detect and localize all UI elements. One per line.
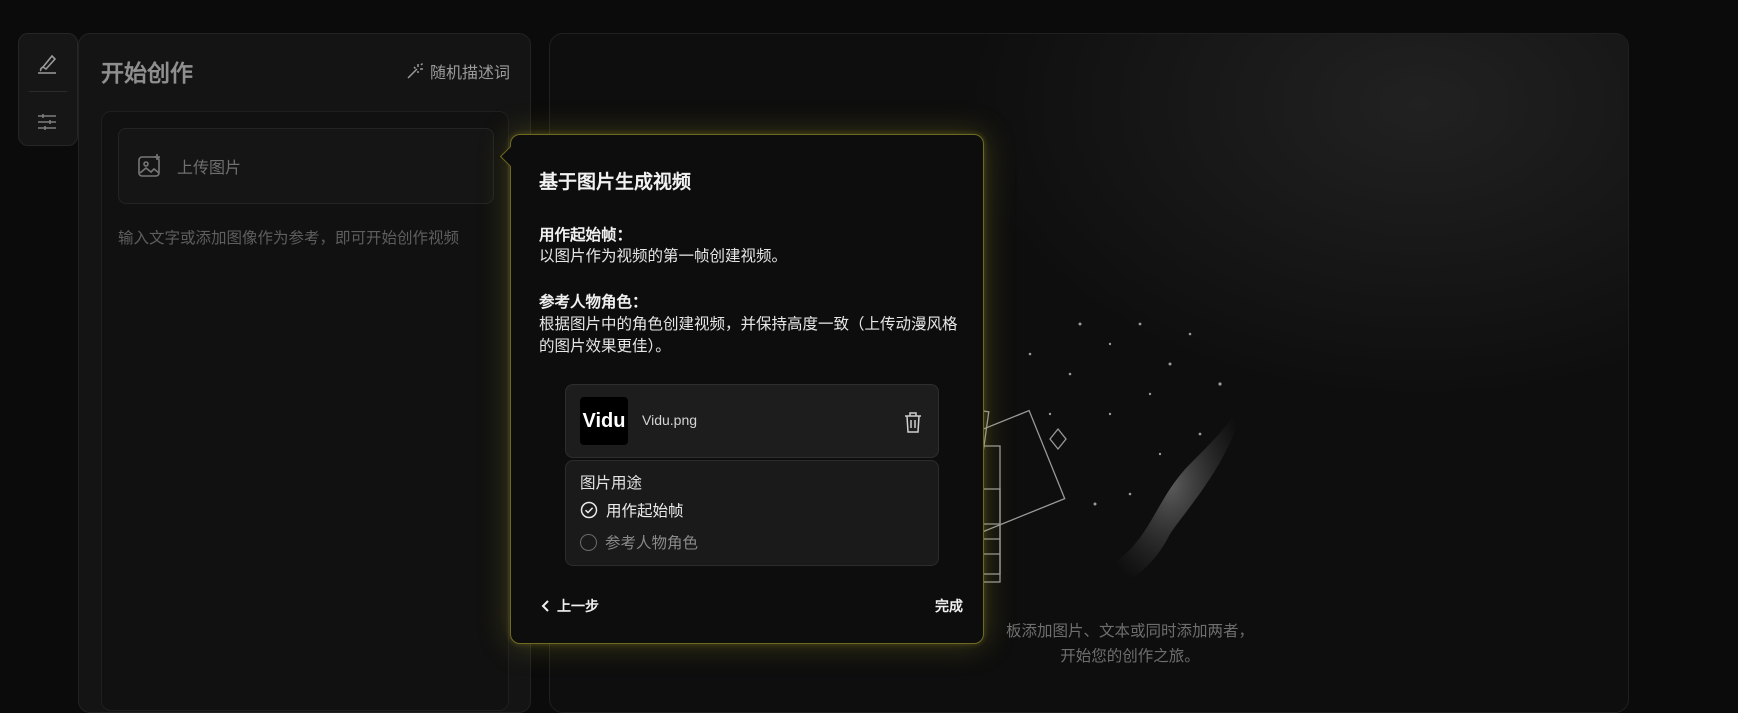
random-prompt-button[interactable]: 随机描述词 <box>406 59 510 83</box>
empty-state-hint: 板添加图片、文本或同时添加两者， 开始您的创作之旅。 <box>980 619 1280 669</box>
option-label: 参考人物角色 <box>605 534 699 552</box>
option-reference-character[interactable]: 参考人物角色 <box>580 531 698 553</box>
popover-title: 基于图片生成视频 <box>539 171 692 193</box>
hint-line-1: 板添加图片、文本或同时添加两者， <box>1005 622 1254 640</box>
image-usage-card: 图片用途 用作起始帧 参考人物角色 <box>565 460 939 566</box>
chevron-left-icon <box>541 600 549 612</box>
section-desc-character: 根据图片中的角色创建视频，并保持高度一致（上传动漫风格的图片效果更佳）。 <box>539 315 958 355</box>
creation-panel: 开始创作 随机描述词 上传图片 输入文字或添加图像作为参考，即可开始创作视频 <box>78 33 531 713</box>
brush-icon <box>38 54 57 74</box>
hint-line-2: 开始您的创作之旅。 <box>1060 647 1200 665</box>
option-label: 用作起始帧 <box>606 502 684 520</box>
previous-step-button[interactable]: 上一步 <box>541 596 599 616</box>
tool-rail <box>18 33 78 146</box>
settings-tool-button[interactable] <box>19 97 75 147</box>
panel-title: 开始创作 <box>101 61 193 87</box>
file-thumbnail: Vidu <box>580 397 628 445</box>
option-start-frame[interactable]: 用作起始帧 <box>580 499 684 521</box>
rail-divider <box>29 91 67 92</box>
usage-label: 图片用途 <box>580 474 643 492</box>
previous-step-label: 上一步 <box>557 599 599 615</box>
sliders-icon <box>38 114 56 130</box>
create-tool-button[interactable] <box>19 40 75 90</box>
trash-icon[interactable] <box>902 410 924 434</box>
prompt-box[interactable]: 上传图片 输入文字或添加图像作为参考，即可开始创作视频 <box>101 111 509 711</box>
image-to-video-popover: 基于图片生成视频 用作起始帧： 以图片作为视频的第一帧创建视频。 参考人物角色：… <box>499 134 984 644</box>
magic-wand-icon <box>407 62 424 79</box>
upload-image-button[interactable]: 上传图片 <box>118 128 494 204</box>
upload-label: 上传图片 <box>177 158 242 177</box>
radio-icon <box>580 533 597 551</box>
uploaded-file-card: Vidu Vidu.png <box>565 384 939 458</box>
done-button[interactable]: 完成 <box>935 596 963 616</box>
section-title-character: 参考人物角色： <box>539 293 648 311</box>
file-name: Vidu.png <box>642 412 698 428</box>
section-desc-start-frame: 以图片作为视频的第一帧创建视频。 <box>539 247 788 265</box>
image-add-icon <box>138 154 160 177</box>
prompt-placeholder: 输入文字或添加图像作为参考，即可开始创作视频 <box>118 229 460 247</box>
check-circle-icon <box>580 501 598 519</box>
section-title-start-frame: 用作起始帧： <box>539 226 633 244</box>
random-prompt-label: 随机描述词 <box>429 63 510 82</box>
